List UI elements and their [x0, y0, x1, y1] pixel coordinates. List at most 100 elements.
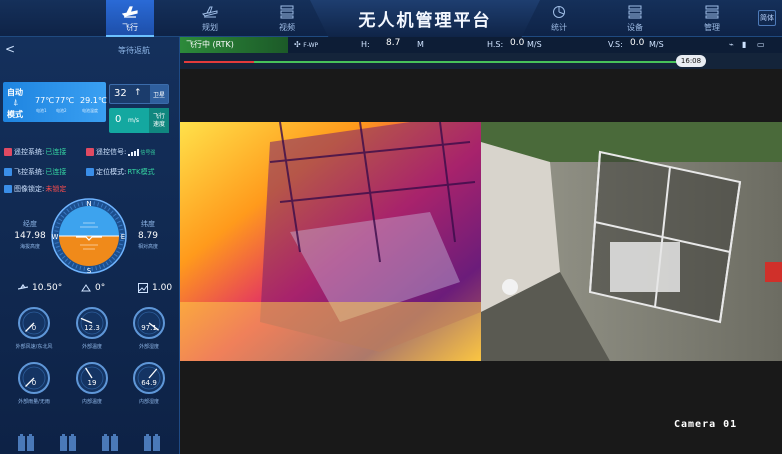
nav-tab-manage[interactable]: 管理	[688, 0, 736, 37]
image-lock-row: 图像锁定: 未锁定	[4, 184, 66, 194]
attitude-indicator: N E S W	[51, 198, 127, 275]
rain-value: 0	[31, 379, 37, 387]
video-feed[interactable]: Camera 01	[180, 69, 782, 454]
positioning-icon	[86, 168, 94, 176]
ext-humidity-value: 97.1	[141, 324, 157, 332]
link-icon: ⌁	[729, 40, 734, 49]
nav-label: 统计	[551, 22, 567, 32]
height-unit: M	[417, 40, 424, 49]
remote-signal-label: 遥控信号:	[96, 148, 127, 156]
battery2-label: 电池2	[56, 108, 67, 113]
flight-control-row: 飞控系统: 已连接	[4, 167, 66, 177]
altitude-label: 海拔高度	[19, 244, 40, 250]
rain-gauge-dial	[18, 362, 50, 394]
telemetry-bar: 飞行中 (RTK) ✣ F-WP H: 8.7 M H.S: 0.0 M/S V…	[180, 37, 782, 53]
battery2-temp: 77℃	[55, 96, 75, 105]
top-navigation: 飞行 规划 视频 无人机管理平台 统计 设备 管理 简体	[0, 0, 782, 37]
positioning-label: 定位模式:	[96, 168, 127, 176]
battery-temp: 29.1℃	[80, 96, 107, 105]
gauge-ext-temp: 12.3 外部温度	[71, 304, 113, 356]
yaw-readout: 0°	[81, 281, 105, 295]
battery-cell-icon	[60, 434, 76, 451]
int-temp-value: 19	[87, 379, 97, 387]
speed-label-line1: 飞行	[152, 112, 165, 120]
satellite-count: 32	[114, 88, 127, 99]
speed-value: 0	[115, 114, 122, 125]
mode-bottom-label: 模式	[7, 110, 23, 119]
pitch-value: 10.50°	[32, 283, 63, 293]
int-humidity-gauge-dial	[133, 362, 165, 394]
rain-caption: 外部雨量/无雨	[18, 399, 50, 405]
timeline-progress	[184, 61, 254, 63]
nav-tab-video[interactable]: 视频	[263, 0, 311, 37]
back-button[interactable]: <	[5, 42, 15, 56]
wind-caption: 外部风速/东北风	[15, 344, 53, 350]
pitch-readout: 10.50°	[18, 281, 62, 295]
ext-temp-gauge-dial	[76, 307, 108, 339]
ext-humidity-caption: 外部湿度	[138, 344, 159, 350]
wind-value: 0	[31, 324, 37, 332]
nav-label: 管理	[704, 22, 720, 32]
height-value: 8.7	[386, 38, 400, 48]
battery-temp-label: 电池温度	[82, 108, 98, 113]
timeline-track[interactable]	[184, 61, 686, 63]
wind-gauge-dial	[18, 307, 50, 339]
dir-north: N	[86, 200, 91, 208]
yaw-value: 0°	[95, 283, 106, 293]
battery-cell-icon	[144, 434, 160, 451]
language-button[interactable]: 简体	[758, 10, 776, 26]
mode-top-label: 自动	[7, 88, 23, 97]
drone-icon: ✣	[294, 40, 301, 49]
image-lock-value: 未锁定	[45, 185, 67, 193]
flight-control-label: 飞控系统:	[14, 168, 45, 176]
altitude-value: 147.98	[14, 231, 46, 241]
battery1-temp: 77℃	[35, 96, 55, 105]
battery-cell-icon	[18, 434, 34, 451]
pitch-icon	[18, 283, 28, 290]
nav-tab-stats[interactable]: 统计	[535, 0, 583, 37]
flight-mode-value: F-WP	[303, 42, 319, 49]
nav-label: 飞行	[122, 22, 138, 32]
int-temp-gauge-dial	[76, 362, 108, 394]
remote-signal-row: 遥控信号: 信号强	[86, 147, 155, 157]
latitude-label: 纬度	[141, 220, 155, 228]
dir-south: S	[87, 267, 92, 275]
plane-outline-icon	[202, 6, 218, 17]
signal-bars-icon	[128, 148, 140, 156]
pie-chart-icon	[553, 5, 565, 18]
plane-icon	[122, 5, 138, 18]
timeline-time: 16:08	[676, 55, 706, 67]
dir-west: W	[52, 233, 59, 241]
latitude-block: 纬度 8.79 相对高度	[130, 219, 166, 250]
signal-icon-top: ▮	[742, 40, 747, 49]
dir-east: E	[121, 233, 125, 241]
flight-mode: ✣ F-WP	[294, 40, 318, 49]
flight-state: 飞行中 (RTK)	[180, 37, 288, 53]
positioning-value: RTK模式	[127, 168, 155, 176]
image-lock-icon	[4, 185, 12, 193]
remote-system-label: 遥控系统:	[14, 148, 45, 156]
relative-height-label: 相对高度	[137, 244, 158, 250]
flight-timeline: 16:08	[180, 53, 782, 69]
longitude-block: 经度 147.98 海拔高度	[12, 219, 48, 250]
hspeed-number: 0.0	[510, 38, 525, 48]
nav-tab-flight[interactable]: 飞行	[106, 0, 154, 37]
height-number: 8.7	[386, 38, 401, 48]
camera-label: Camera 01	[674, 419, 738, 430]
nav-tab-devices[interactable]: 设备	[611, 0, 659, 37]
height-label: H:	[361, 40, 370, 49]
remote-system-value: 已连接	[45, 148, 67, 156]
image-icon	[138, 283, 148, 293]
satellite-label: 卫星	[150, 85, 168, 103]
ext-temp-value: 12.3	[84, 324, 100, 332]
gauge-int-humidity: 64.9 内部湿度	[128, 359, 170, 411]
speed-label-line2: 速度	[152, 120, 165, 128]
longitude-label: 经度	[23, 220, 37, 228]
nav-tab-plan[interactable]: 规划	[186, 0, 234, 37]
list-icon	[280, 5, 294, 18]
device-list-icon	[628, 5, 642, 18]
int-temp-caption: 内部温度	[81, 399, 102, 405]
app-title: 无人机管理平台	[358, 11, 492, 31]
bottom-battery-row	[0, 429, 180, 454]
battery-icon-top: ▭	[757, 40, 765, 49]
